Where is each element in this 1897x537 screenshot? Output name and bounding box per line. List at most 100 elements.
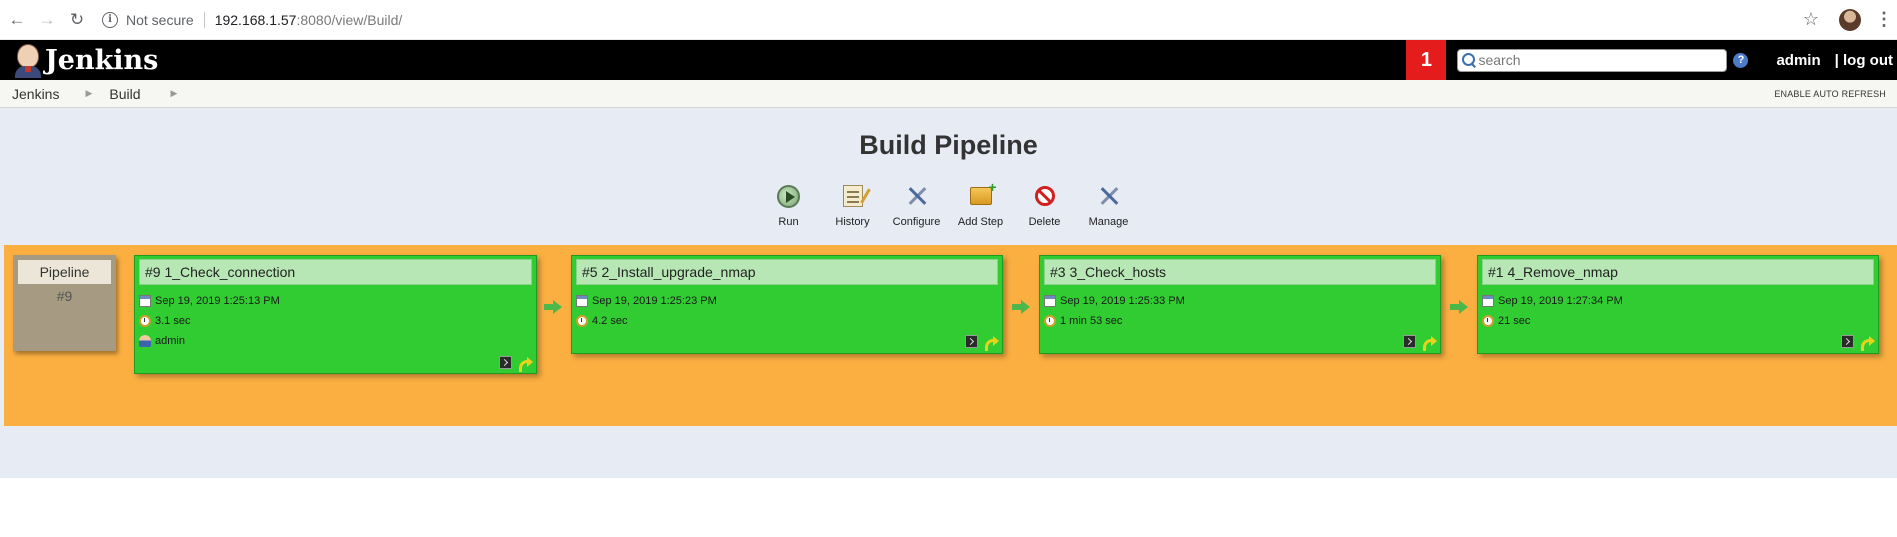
configure-button[interactable]: Configure [885, 183, 949, 228]
address-bar[interactable]: i Not secure 192.168.1.57:8080/view/Buil… [102, 5, 1803, 35]
jenkins-header: Jenkins 1 ? admin | log out [0, 40, 1897, 80]
security-label: Not secure [126, 11, 194, 28]
console-icon[interactable] [1841, 335, 1854, 348]
stage-title[interactable]: #1 4_Remove_nmap [1482, 259, 1874, 285]
stage-duration: 3.1 sec [139, 315, 190, 327]
clock-icon [139, 315, 151, 327]
retry-icon[interactable] [518, 356, 533, 372]
stage-date-text: Sep 19, 2019 1:27:34 PM [1498, 295, 1623, 307]
configure-icon [904, 183, 930, 209]
stage-duration-text: 1 min 53 sec [1060, 315, 1123, 327]
url-separator [203, 11, 205, 28]
search-box[interactable] [1457, 48, 1728, 72]
history-button[interactable]: History [821, 183, 885, 228]
stage-duration: 21 sec [1482, 315, 1530, 327]
retry-icon[interactable] [1422, 335, 1437, 351]
help-icon[interactable]: ? [1733, 52, 1749, 68]
stage-date: Sep 19, 2019 1:27:34 PM [1482, 295, 1623, 307]
manage-button[interactable]: Manage [1077, 183, 1141, 228]
add-step-label: Add Step [957, 216, 1004, 228]
run-label: Run [778, 216, 799, 228]
console-icon[interactable] [499, 356, 512, 369]
stage-duration: 4.2 sec [576, 315, 627, 327]
breadcrumb: Jenkins ▶ Build ▶ ENABLE AUTO REFRESH [0, 80, 1897, 108]
calendar-icon [1044, 295, 1056, 307]
arrow-right-icon [1450, 300, 1468, 314]
star-icon[interactable]: ☆ [1803, 9, 1819, 30]
stage-date-text: Sep 19, 2019 1:25:33 PM [1060, 295, 1185, 307]
url-path: :8080/view/Build/ [296, 11, 403, 28]
logout-link[interactable]: | log out [1835, 52, 1893, 69]
profile-avatar[interactable] [1839, 8, 1861, 31]
back-icon[interactable]: ← [4, 7, 30, 33]
manage-icon [1096, 183, 1122, 209]
jenkins-title: Jenkins [45, 44, 159, 76]
breadcrumb-item-build[interactable]: Build [109, 86, 140, 102]
delete-icon [1032, 183, 1058, 209]
pipeline-number[interactable]: #9 [13, 288, 116, 304]
stage-user-text[interactable]: admin [155, 335, 185, 347]
run-button[interactable]: Run [757, 183, 821, 228]
jenkins-logo[interactable]: Jenkins [13, 42, 158, 78]
arrow-right-icon [544, 300, 562, 314]
notification-badge[interactable]: 1 [1406, 40, 1447, 80]
stage-title[interactable]: #3 3_Check_hosts [1044, 259, 1436, 285]
console-icon[interactable] [1403, 335, 1416, 348]
stage-duration: 1 min 53 sec [1044, 315, 1122, 327]
add-step-button[interactable]: Add Step [949, 179, 1013, 228]
history-label: History [835, 216, 870, 228]
calendar-icon [1482, 295, 1494, 307]
search-input[interactable] [1478, 52, 1727, 68]
run-icon [776, 183, 802, 209]
stage-card: #3 3_Check_hosts Sep 19, 2019 1:25:33 PM… [1039, 255, 1441, 354]
stage-date: Sep 19, 2019 1:25:23 PM [576, 295, 717, 307]
enable-auto-refresh-link[interactable]: ENABLE AUTO REFRESH [1774, 89, 1886, 99]
search-icon [1461, 52, 1477, 68]
stage-actions [1841, 335, 1875, 351]
main-content: Build Pipeline Run History Configure Add… [0, 108, 1897, 478]
stage-title[interactable]: #9 1_Check_connection [139, 259, 532, 285]
stage-duration-text: 21 sec [1498, 315, 1531, 327]
delete-button[interactable]: Delete [1013, 183, 1077, 228]
retry-icon[interactable] [984, 335, 999, 351]
user-link[interactable]: admin [1776, 52, 1820, 69]
stage-duration-text: 3.1 sec [155, 315, 191, 327]
history-icon [840, 183, 866, 209]
stage-actions [965, 335, 999, 351]
console-icon[interactable] [965, 335, 978, 348]
pipeline-row: Pipeline #9 #9 1_Check_connection Sep 19… [4, 245, 1897, 426]
calendar-icon [576, 295, 588, 307]
retry-icon[interactable] [1860, 335, 1875, 351]
forward-icon[interactable]: → [34, 7, 60, 33]
stage-card: #5 2_Install_upgrade_nmap Sep 19, 2019 1… [571, 255, 1003, 354]
pipeline-actions: Run History Configure Add Step Delete Ma… [0, 179, 1897, 228]
stage-date-text: Sep 19, 2019 1:25:23 PM [592, 295, 717, 307]
chevron-right-icon[interactable]: ▶ [171, 88, 178, 99]
pipeline-label-card: Pipeline #9 [13, 255, 116, 351]
browser-toolbar: ← → ↻ i Not secure 192.168.1.57:8080/vie… [0, 0, 1897, 40]
stage-date: Sep 19, 2019 1:25:13 PM [139, 295, 280, 307]
clock-icon [1044, 315, 1056, 327]
page-title: Build Pipeline [859, 130, 1038, 160]
chevron-right-icon[interactable]: ▶ [85, 88, 92, 99]
stage-date-text: Sep 19, 2019 1:25:13 PM [155, 295, 280, 307]
stage-date: Sep 19, 2019 1:25:33 PM [1044, 295, 1185, 307]
manage-label: Manage [1088, 216, 1129, 228]
info-icon[interactable]: i [102, 11, 118, 28]
url-text[interactable]: 192.168.1.57:8080/view/Build/ [215, 12, 403, 28]
pipeline-label: Pipeline [18, 260, 111, 284]
reload-icon[interactable]: ↻ [64, 7, 90, 33]
breadcrumb-item-jenkins[interactable]: Jenkins [12, 86, 59, 102]
menu-icon[interactable]: ⋮ [1875, 9, 1893, 30]
butler-icon [13, 42, 43, 78]
page-bottom [0, 478, 1897, 537]
calendar-icon [139, 295, 151, 307]
stage-actions [499, 356, 533, 372]
delete-label: Delete [1028, 216, 1061, 228]
stage-title[interactable]: #5 2_Install_upgrade_nmap [576, 259, 998, 285]
stage-user: admin [139, 335, 185, 347]
user-icon [139, 335, 151, 347]
clock-icon [576, 315, 588, 327]
clock-icon [1482, 315, 1494, 327]
stage-card: #1 4_Remove_nmap Sep 19, 2019 1:27:34 PM… [1477, 255, 1879, 354]
